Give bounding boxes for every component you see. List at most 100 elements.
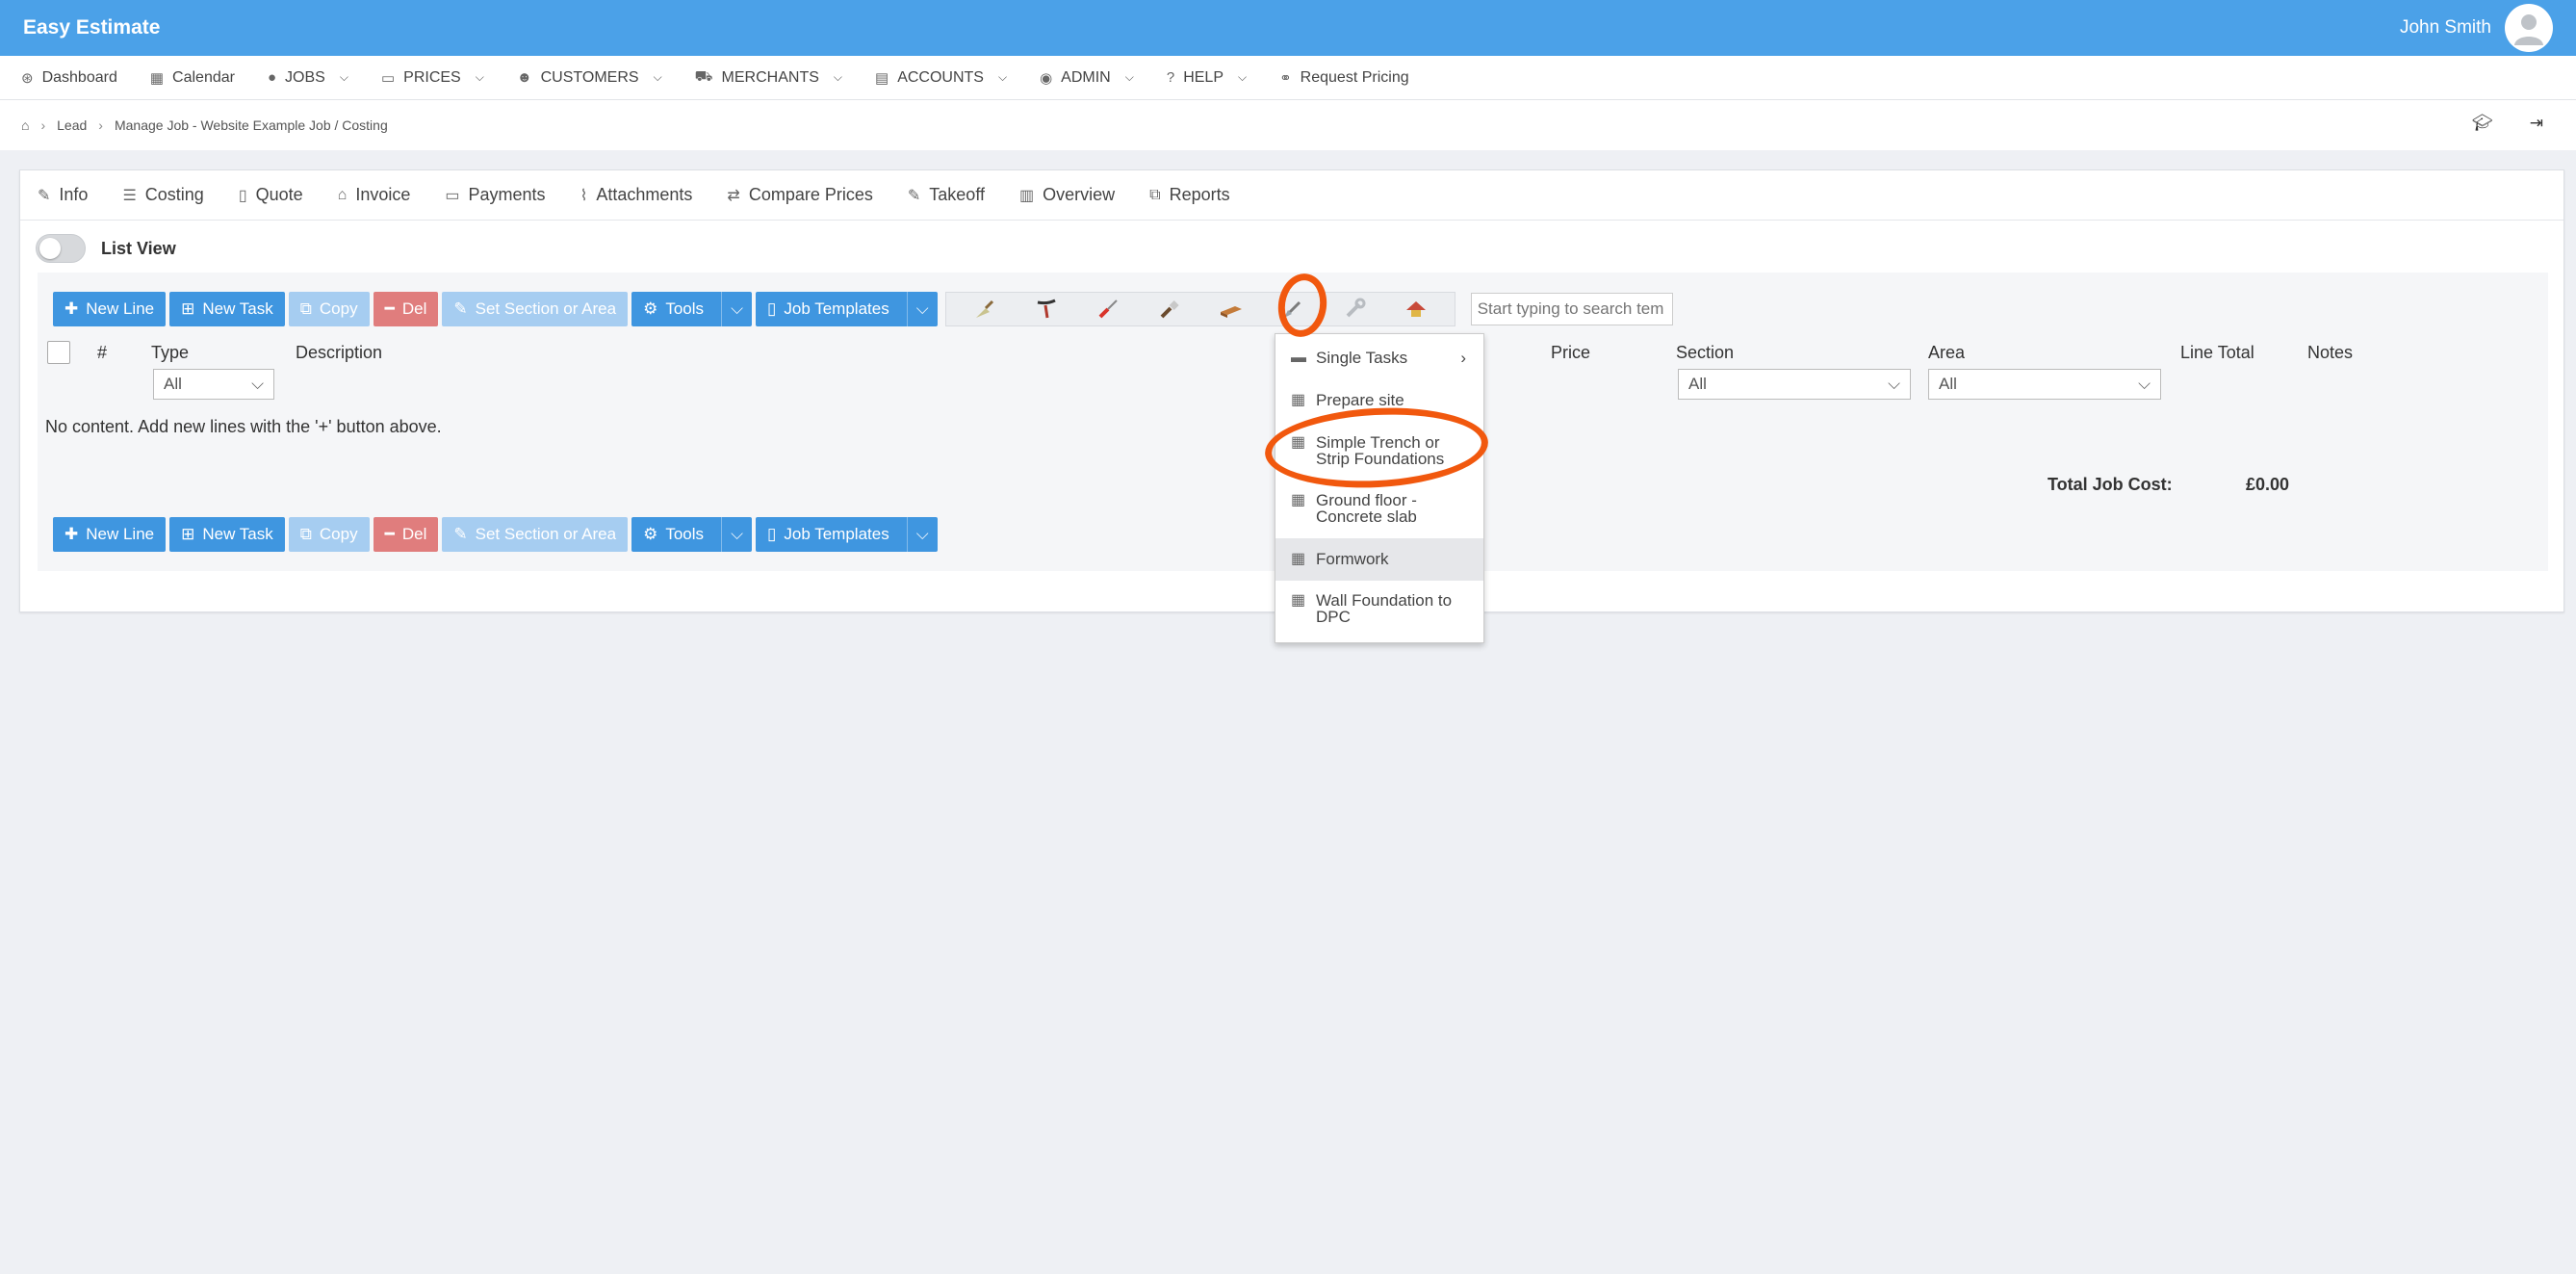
template-search-input[interactable] (1470, 293, 1673, 325)
tab-payments[interactable]: ▭ Payments (445, 185, 545, 205)
copy-button[interactable]: ⧉ Copy (288, 292, 370, 326)
nav-admin[interactable]: ◉ ADMIN ⌵ (1040, 69, 1134, 87)
menu-item-prepare-site[interactable]: ▦ Prepare site (1275, 392, 1483, 408)
type-filter-select[interactable]: All ⌵ (153, 369, 274, 400)
new-task-button[interactable]: ⊞ New Task (169, 292, 285, 326)
tools-button[interactable]: ⚙ Tools ⌵ (631, 517, 753, 552)
breadcrumb: ⌂ › Lead › Manage Job - Website Example … (0, 100, 2576, 150)
app-header: Easy Estimate John Smith (0, 0, 2576, 56)
tab-overview[interactable]: ▥ Overview (1019, 185, 1115, 205)
plus-icon: ✚ (64, 299, 79, 318)
sign-out-icon[interactable]: ⇥ (2530, 114, 2543, 133)
col-area[interactable]: Area (1928, 343, 1965, 363)
screwdriver-tool-icon[interactable] (1077, 293, 1139, 325)
tools-button[interactable]: ⚙ Tools ⌵ (631, 292, 753, 326)
pliers-tool-icon[interactable] (1016, 293, 1077, 325)
list-view-label: List View (101, 238, 176, 258)
accounts-icon: ▤ (875, 69, 889, 87)
menu-item-simple-trench[interactable]: ▦ Simple Trench or Strip Foundations (1275, 434, 1483, 467)
tab-label: Invoice (355, 185, 411, 204)
chevron-right-icon: › (98, 117, 103, 133)
file-icon: ▯ (767, 299, 777, 318)
globe-icon: ● (267, 69, 277, 86)
delete-button[interactable]: ━ Del (373, 517, 439, 552)
brush-tool-icon[interactable] (1139, 293, 1200, 325)
select-all-checkbox[interactable] (47, 341, 70, 364)
breadcrumb-lead[interactable]: Lead (57, 117, 87, 133)
nav-jobs[interactable]: ● JOBS ⌵ (268, 69, 348, 87)
brick-tool-icon[interactable] (1200, 293, 1262, 325)
wrench-tool-icon[interactable] (1324, 293, 1385, 325)
nav-label: MERCHANTS (721, 68, 819, 86)
tab-invoice[interactable]: ⌂ Invoice (338, 185, 411, 205)
menu-item-ground-floor[interactable]: ▦ Ground floor - Concrete slab (1275, 492, 1483, 525)
nav-help[interactable]: ? HELP ⌵ (1167, 69, 1247, 87)
tab-reports[interactable]: ⧉ Reports (1149, 185, 1229, 205)
nav-request-pricing[interactable]: ⚭ Request Pricing (1279, 69, 1409, 87)
chevron-down-icon[interactable]: ⌵ (721, 292, 752, 326)
roof-tool-icon[interactable] (1385, 293, 1447, 325)
new-task-button[interactable]: ⊞ New Task (169, 517, 285, 552)
avatar-icon[interactable] (2505, 4, 2553, 52)
tab-takeoff[interactable]: ✎ Takeoff (908, 185, 985, 205)
trade-tools-strip (944, 292, 1455, 326)
menu-item-formwork[interactable]: ▦ Formwork (1275, 538, 1483, 581)
new-line-button[interactable]: ✚ New Line (53, 517, 167, 552)
bank-icon: ⌂ (337, 186, 348, 203)
tab-info[interactable]: ✎ Info (38, 185, 88, 205)
new-line-button[interactable]: ✚ New Line (53, 292, 167, 326)
col-section[interactable]: Section (1676, 343, 1734, 363)
job-templates-button[interactable]: ▯ Job Templates ⌵ (756, 517, 938, 552)
tab-attachments[interactable]: ⌇ Attachments (580, 185, 693, 205)
nav-merchants[interactable]: ⛟ MERCHANTS ⌵ (695, 68, 842, 87)
tab-quote[interactable]: ▯ Quote (239, 185, 303, 205)
button-label: New Task (202, 525, 273, 543)
col-description[interactable]: Description (296, 343, 382, 363)
menu-item-label: Simple Trench or Strip Foundations (1316, 433, 1445, 468)
user-menu[interactable]: John Smith (2400, 4, 2553, 52)
job-templates-button[interactable]: ▯ Job Templates ⌵ (756, 292, 938, 326)
chevron-down-icon[interactable]: ⌵ (721, 517, 752, 552)
section-filter-select[interactable]: All ⌵ (1678, 369, 1911, 400)
menu-item-single-tasks[interactable]: ▬ Single Tasks › (1275, 350, 1483, 366)
button-label: Job Templates (784, 299, 889, 318)
nav-prices[interactable]: ▭ PRICES ⌵ (381, 69, 484, 87)
nav-label: Dashboard (41, 68, 117, 86)
nav-calendar[interactable]: ▦ Calendar (150, 69, 235, 87)
set-section-button[interactable]: ✎ Set Section or Area (442, 292, 629, 326)
col-notes[interactable]: Notes (2307, 343, 2353, 363)
home-icon[interactable]: ⌂ (21, 117, 29, 133)
menu-item-label: Ground floor - Concrete slab (1316, 491, 1417, 526)
menu-item-label: Formwork (1316, 550, 1389, 568)
trowel-tool-icon[interactable] (954, 293, 1016, 325)
copy-icon: ⧉ (299, 525, 312, 543)
plus-icon: ✚ (64, 525, 79, 543)
list-icon: ☰ (122, 187, 137, 204)
nav-dashboard[interactable]: ⊛ Dashboard (21, 69, 117, 87)
nav-accounts[interactable]: ▤ ACCOUNTS ⌵ (875, 69, 1007, 87)
spade-tool-icon[interactable] (1262, 293, 1324, 325)
breadcrumb-current: Manage Job - Website Example Job / Costi… (114, 117, 388, 133)
tab-costing[interactable]: ☰ Costing (122, 185, 203, 205)
exchange-icon: ⇄ (727, 187, 740, 204)
nav-customers[interactable]: ☻ CUSTOMERS ⌵ (517, 69, 662, 87)
chevron-down-icon[interactable]: ⌵ (906, 292, 938, 326)
plus-square-icon: ⊞ (181, 299, 195, 318)
col-number[interactable]: # (97, 343, 107, 363)
select-value: All (1939, 375, 1957, 393)
chevron-down-icon[interactable]: ⌵ (906, 517, 938, 552)
col-type[interactable]: Type (151, 343, 189, 363)
list-view-toggle[interactable] (36, 234, 86, 263)
app-title[interactable]: Easy Estimate (23, 16, 160, 39)
col-line-total[interactable]: Line Total (2180, 343, 2254, 363)
col-price[interactable]: Price (1551, 343, 1590, 363)
delete-button[interactable]: ━ Del (373, 292, 439, 326)
area-filter-select[interactable]: All ⌵ (1928, 369, 2161, 400)
tab-label: Payments (468, 185, 546, 204)
tab-compare-prices[interactable]: ⇄ Compare Prices (727, 185, 872, 205)
graduation-cap-icon[interactable]: 🎓︎ (2472, 114, 2493, 133)
menu-item-wall-foundation[interactable]: ▦ Wall Foundation to DPC (1275, 592, 1483, 625)
user-name[interactable]: John Smith (2400, 17, 2491, 39)
copy-button[interactable]: ⧉ Copy (288, 517, 370, 552)
set-section-button[interactable]: ✎ Set Section or Area (442, 517, 629, 552)
